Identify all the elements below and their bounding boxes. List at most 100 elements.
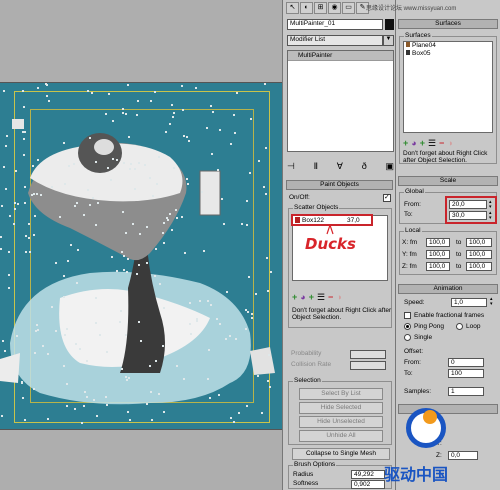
single-radio[interactable] [404, 334, 411, 341]
probability-spinner[interactable] [350, 350, 386, 359]
paint-objects-header[interactable]: Paint Objects [286, 180, 393, 190]
surfaces-list[interactable]: Plane04 Box05 [403, 41, 493, 133]
scatter-particle [106, 351, 108, 353]
onoff-checkbox[interactable]: ✓ [383, 194, 391, 202]
select-by-list-button[interactable]: Select By List [299, 388, 383, 400]
chevron-down-icon[interactable]: ▼ [383, 35, 394, 46]
samples-spinner[interactable]: 1 [448, 387, 484, 396]
scale-header[interactable]: Scale [398, 176, 498, 186]
object-name-field[interactable]: MultiPainter_01 [287, 19, 383, 30]
scatter-particle [169, 123, 171, 125]
x-from-spinner[interactable]: 100,0 [426, 238, 450, 247]
remove-modifier-icon[interactable]: ð [362, 160, 367, 172]
surfaces-header[interactable]: Surfaces [398, 19, 498, 29]
global-scale-group: Global From: To: 20,0 30,0 ▴ ▾ ▴ ▾ [399, 188, 497, 224]
scatter-particle [66, 328, 68, 330]
collapse-to-single-mesh-button[interactable]: Collapse to Single Mesh [292, 448, 390, 460]
scatter-particle [127, 411, 129, 413]
x-to-spinner[interactable]: 100,0 [466, 238, 492, 247]
scatter-particle [248, 276, 250, 278]
motion-tab-icon[interactable]: ◉ [328, 2, 341, 14]
show-end-result-icon[interactable]: Ⅱ [314, 160, 318, 172]
add-list-icon[interactable]: + [309, 291, 314, 303]
y-to-spinner[interactable]: 100,0 [466, 250, 492, 259]
add-icon[interactable]: + [292, 291, 297, 303]
stack-item-multipainter[interactable]: MultiPainter [288, 51, 393, 61]
modify-tab-icon[interactable]: ◐ [300, 2, 313, 14]
scatter-particle [36, 324, 38, 326]
scatter-particle [247, 311, 249, 313]
spinner-arrows-icon[interactable]: ▴ ▾ [489, 211, 495, 221]
offset-to-spinner[interactable]: 100 [448, 369, 484, 378]
unhide-all-button[interactable]: Unhide All [299, 430, 383, 442]
scatter-particle [122, 112, 124, 114]
add-list-icon[interactable]: + [420, 137, 425, 149]
bottom-z-spinner[interactable]: 0,0 [448, 451, 478, 460]
scatter-particle [165, 131, 167, 133]
scatter-particle [130, 163, 132, 165]
scatter-particle [107, 167, 109, 169]
pick-icon[interactable]: ◕ [300, 291, 305, 303]
scale-to-spinner[interactable]: 30,0 [449, 211, 487, 220]
scatter-particle [106, 404, 108, 406]
scatter-particle [55, 262, 57, 264]
hierarchy-tab-icon[interactable]: ⊞ [314, 2, 327, 14]
collision-rate-spinner[interactable] [350, 361, 386, 370]
scatter-particle [83, 214, 85, 216]
offset-from-spinner[interactable]: 0 [448, 358, 484, 367]
make-unique-icon[interactable]: ∀ [337, 160, 343, 172]
scatter-particle [121, 251, 123, 253]
scatter-particle [159, 283, 161, 285]
scatter-particle [216, 318, 218, 320]
speed-spinner[interactable]: 1,0 [451, 298, 487, 307]
viewport[interactable] [0, 0, 282, 490]
list-icon[interactable]: ☰ [317, 291, 325, 303]
z-to-spinner[interactable]: 100,0 [466, 262, 492, 271]
create-tab-icon[interactable]: ↖ [286, 2, 299, 14]
ping-pong-label: Ping Pong [414, 323, 444, 330]
remove-all-icon[interactable]: ◑ [336, 291, 341, 303]
z-from-spinner[interactable]: 100,0 [426, 262, 450, 271]
scatter-particle [187, 183, 189, 185]
pin-stack-icon[interactable]: ⊣ [287, 160, 295, 172]
surface-item-plane04[interactable]: Plane04 [404, 42, 492, 50]
scatter-particle [13, 223, 15, 225]
scatter-particle [162, 345, 164, 347]
spinner-arrows-icon[interactable]: ▴ ▾ [490, 297, 493, 307]
pick-icon[interactable]: ◕ [411, 137, 416, 149]
add-icon[interactable]: + [403, 137, 408, 149]
scatter-particle [176, 365, 178, 367]
remove-icon[interactable]: − [439, 137, 444, 149]
scatter-particle [2, 340, 4, 342]
ping-pong-radio[interactable] [404, 323, 411, 330]
softness-spinner[interactable]: 0,902 [351, 480, 385, 489]
scale-from-spinner[interactable]: 20,0 [449, 200, 487, 209]
configure-sets-icon[interactable]: ▣ [385, 160, 394, 172]
y-from-spinner[interactable]: 100,0 [426, 250, 450, 259]
surface-item-box05[interactable]: Box05 [404, 50, 492, 58]
loop-radio[interactable] [456, 323, 463, 330]
scatter-particle [137, 100, 139, 102]
scatter-particle [125, 376, 127, 378]
animation-header[interactable]: Animation [398, 284, 498, 294]
spinner-arrows-icon[interactable]: ▴ ▾ [489, 200, 495, 210]
scatter-particle [188, 140, 190, 142]
list-icon[interactable]: ☰ [428, 137, 436, 149]
modifier-list-dropdown[interactable]: Modifier List [287, 35, 383, 46]
ducks-annotation: Ducks [305, 235, 356, 253]
hide-unselected-button[interactable]: Hide Unselected [299, 416, 383, 428]
scatter-particle [207, 378, 209, 380]
hide-selected-button[interactable]: Hide Selected [299, 402, 383, 414]
scatter-particle [167, 219, 169, 221]
display-tab-icon[interactable]: ▭ [342, 2, 355, 14]
modifier-stack[interactable]: MultiPainter [287, 50, 394, 152]
scatter-particle [270, 271, 272, 273]
scatter-particle [6, 135, 8, 137]
scatter-particle [1, 415, 3, 417]
scatter-particle [190, 333, 192, 335]
radius-spinner[interactable]: 49,292 [351, 470, 385, 479]
remove-icon[interactable]: − [328, 291, 333, 303]
fractional-frames-checkbox[interactable] [404, 312, 411, 319]
remove-all-icon[interactable]: ◑ [447, 137, 452, 149]
object-color-swatch[interactable] [385, 19, 394, 30]
